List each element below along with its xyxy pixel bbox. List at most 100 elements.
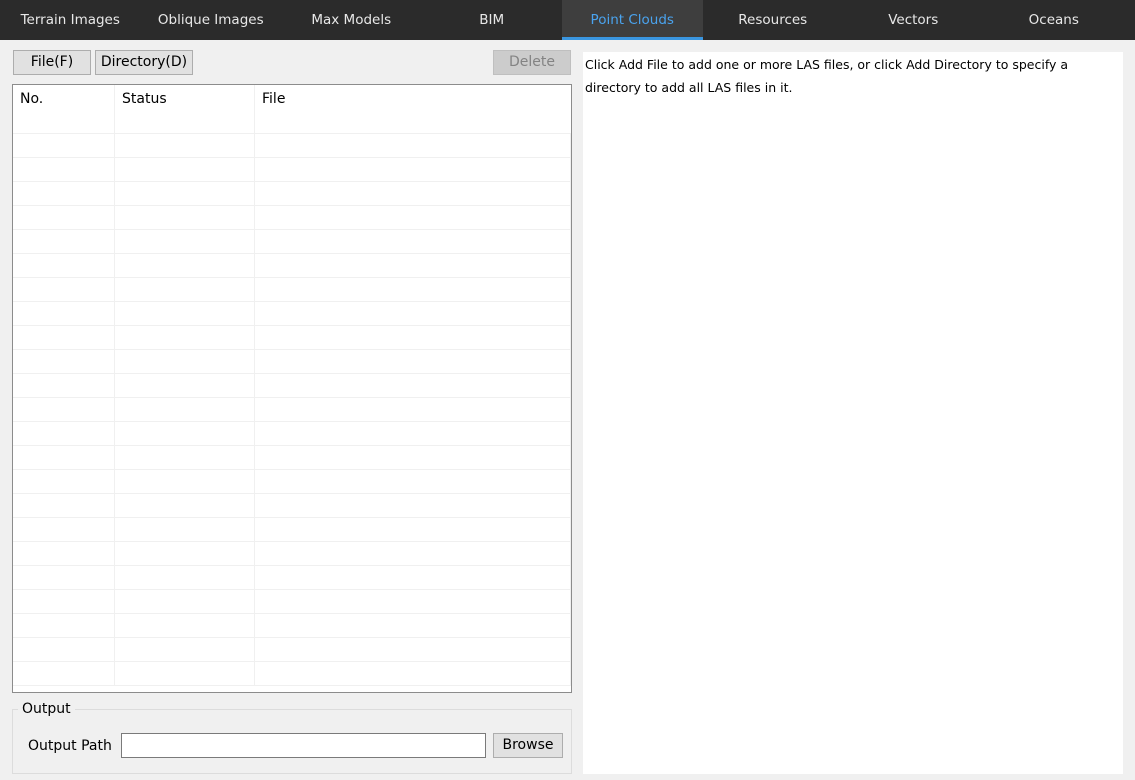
table-cell [115, 494, 255, 518]
table-row[interactable] [13, 326, 571, 350]
table-cell [115, 230, 255, 254]
table-cell [115, 398, 255, 422]
table-body [13, 134, 571, 686]
table-row[interactable] [13, 566, 571, 590]
table-cell [255, 230, 571, 254]
table-row[interactable] [13, 350, 571, 374]
tab-point-clouds[interactable]: Point Clouds [562, 0, 703, 40]
table-cell [13, 182, 115, 206]
table-cell [255, 638, 571, 662]
table-cell [13, 542, 115, 566]
table-cell [255, 662, 571, 686]
add-file-button[interactable]: File(F) [13, 50, 91, 75]
table-cell [255, 182, 571, 206]
table-cell [115, 326, 255, 350]
table-row[interactable] [13, 302, 571, 326]
table-cell [13, 230, 115, 254]
table-cell [13, 518, 115, 542]
tab-bar: Terrain Images Oblique Images Max Models… [0, 0, 1135, 40]
table-cell [255, 470, 571, 494]
table-cell [13, 254, 115, 278]
tab-oblique-images[interactable]: Oblique Images [141, 0, 282, 40]
help-panel: Click Add File to add one or more LAS fi… [583, 52, 1123, 774]
table-row[interactable] [13, 542, 571, 566]
table-cell [115, 662, 255, 686]
output-path-input[interactable] [121, 733, 486, 758]
table-cell [255, 350, 571, 374]
table-row[interactable] [13, 422, 571, 446]
table-cell [255, 518, 571, 542]
delete-button[interactable]: Delete [493, 50, 571, 75]
table-cell [115, 518, 255, 542]
table-cell [255, 398, 571, 422]
table-cell [115, 278, 255, 302]
table-cell [13, 350, 115, 374]
table-row[interactable] [13, 518, 571, 542]
table-cell [13, 662, 115, 686]
tab-bim[interactable]: BIM [422, 0, 563, 40]
table-row[interactable] [13, 254, 571, 278]
table-row[interactable] [13, 662, 571, 686]
table-row[interactable] [13, 134, 571, 158]
table-cell [13, 470, 115, 494]
table-cell [255, 542, 571, 566]
tab-oceans[interactable]: Oceans [984, 0, 1125, 40]
file-table[interactable]: No. Status File [12, 84, 572, 693]
table-row[interactable] [13, 374, 571, 398]
table-row[interactable] [13, 614, 571, 638]
table-cell [255, 446, 571, 470]
table-cell [13, 206, 115, 230]
table-cell [13, 422, 115, 446]
table-cell [115, 350, 255, 374]
table-cell [255, 422, 571, 446]
table-row[interactable] [13, 398, 571, 422]
table-row[interactable] [13, 494, 571, 518]
table-cell [115, 470, 255, 494]
table-cell [255, 374, 571, 398]
table-cell [115, 182, 255, 206]
table-row[interactable] [13, 638, 571, 662]
tab-terrain-images[interactable]: Terrain Images [0, 0, 141, 40]
table-cell [255, 326, 571, 350]
table-cell [115, 302, 255, 326]
table-row[interactable] [13, 206, 571, 230]
table-cell [115, 446, 255, 470]
table-cell [115, 590, 255, 614]
table-row[interactable] [13, 590, 571, 614]
table-cell [115, 374, 255, 398]
table-cell [13, 494, 115, 518]
table-cell [115, 158, 255, 182]
table-row[interactable] [13, 182, 571, 206]
table-cell [13, 566, 115, 590]
tab-max-models[interactable]: Max Models [281, 0, 422, 40]
table-row[interactable] [13, 278, 571, 302]
table-cell [13, 374, 115, 398]
table-cell [13, 278, 115, 302]
tab-resources[interactable]: Resources [703, 0, 844, 40]
table-row[interactable] [13, 230, 571, 254]
column-header-file[interactable]: File [255, 85, 571, 134]
table-row[interactable] [13, 470, 571, 494]
table-cell [13, 590, 115, 614]
table-cell [255, 134, 571, 158]
column-header-no[interactable]: No. [13, 85, 115, 134]
tab-vectors[interactable]: Vectors [843, 0, 984, 40]
table-cell [13, 614, 115, 638]
browse-button[interactable]: Browse [493, 733, 563, 758]
output-path-label: Output Path [28, 738, 112, 754]
table-cell [255, 566, 571, 590]
table-cell [13, 134, 115, 158]
table-row[interactable] [13, 446, 571, 470]
table-header: No. Status File [13, 85, 571, 134]
table-cell [255, 614, 571, 638]
column-header-status[interactable]: Status [115, 85, 255, 134]
add-directory-button[interactable]: Directory(D) [95, 50, 193, 75]
table-cell [255, 590, 571, 614]
help-text: Click Add File to add one or more LAS fi… [585, 57, 1069, 95]
table-cell [115, 134, 255, 158]
table-cell [255, 158, 571, 182]
table-cell [13, 398, 115, 422]
table-cell [115, 614, 255, 638]
table-row[interactable] [13, 158, 571, 182]
table-cell [115, 638, 255, 662]
